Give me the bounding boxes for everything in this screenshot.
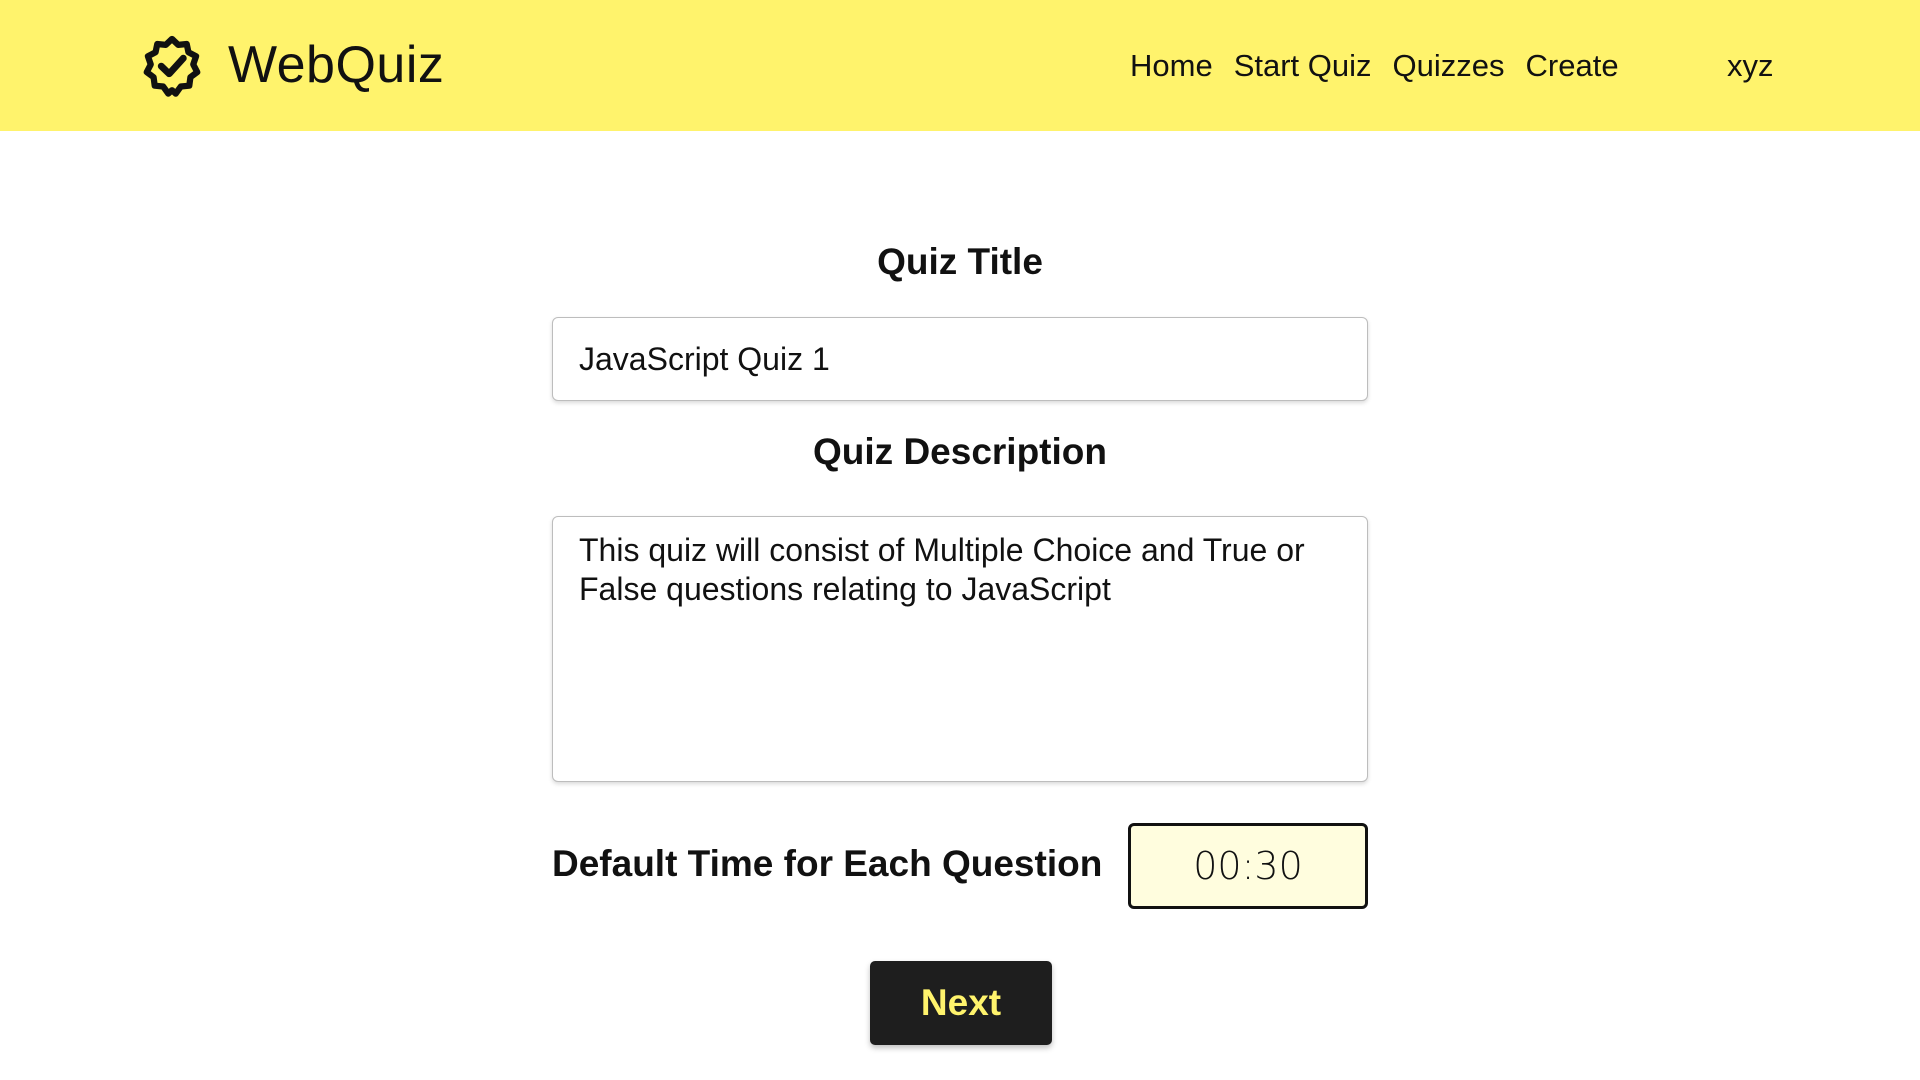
default-time-input[interactable] [1128,823,1368,909]
quiz-title-label: Quiz Title [877,241,1043,282]
gear-check-icon [138,31,206,99]
nav-link-home[interactable]: Home [1130,48,1213,84]
nav-link-quizzes[interactable]: Quizzes [1393,48,1505,84]
default-time-label: Default Time for Each Question [552,843,1103,884]
brand-logo-link[interactable]: WebQuiz [138,30,444,100]
user-menu[interactable]: xyz [1727,44,1774,88]
quiz-title-input[interactable] [552,317,1368,401]
default-time-row: Default Time for Each Question [552,823,1368,909]
navbar: WebQuiz Home Start Quiz Quizzes Create x… [0,0,1920,131]
nav-link-start-quiz[interactable]: Start Quiz [1234,48,1372,84]
next-button[interactable]: Next [870,961,1052,1045]
quiz-description-label: Quiz Description [813,431,1107,472]
nav-link-create[interactable]: Create [1526,48,1619,84]
quiz-description-input[interactable]: This quiz will consist of Multiple Choic… [552,516,1368,782]
brand-name: WebQuiz [228,36,445,94]
nav-links: Home Start Quiz Quizzes Create [1130,44,1640,88]
